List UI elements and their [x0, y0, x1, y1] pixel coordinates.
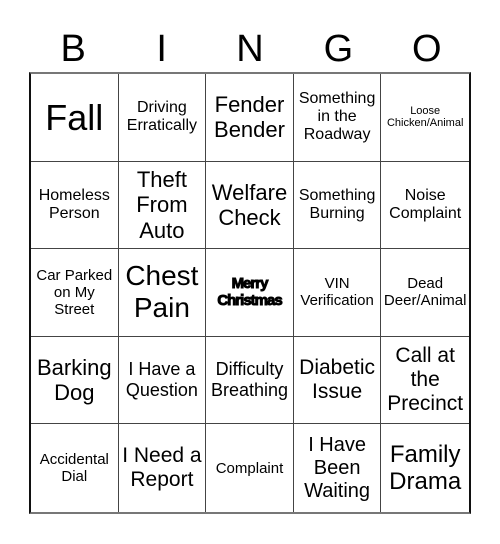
- bingo-cell[interactable]: VIN Verification: [293, 249, 382, 337]
- bingo-cell[interactable]: I Have Been Waiting: [294, 424, 382, 512]
- header-letter-g: G: [323, 28, 354, 70]
- bingo-cell[interactable]: Theft From Auto: [118, 161, 207, 250]
- bingo-cell[interactable]: Something in the Roadway: [293, 74, 382, 162]
- bingo-cell[interactable]: Call at the Precinct: [381, 337, 469, 425]
- header-letter-b: B: [60, 28, 86, 70]
- header-letter-i: I: [156, 28, 167, 70]
- bingo-cell[interactable]: Loose Chicken/Animal: [381, 74, 469, 162]
- bingo-card-grid: Fall Driving Erratically Fender Bender S…: [29, 72, 471, 514]
- bingo-cell[interactable]: I Have a Question: [118, 336, 207, 425]
- bingo-cell[interactable]: Welfare Check: [206, 161, 294, 250]
- free-space-cell[interactable]: Merry Christmas: [206, 249, 294, 337]
- bingo-cell[interactable]: Family Drama: [381, 424, 469, 512]
- bingo-cell[interactable]: Noise Complaint: [381, 162, 469, 250]
- bingo-cell[interactable]: I Need a Report: [119, 424, 207, 512]
- bingo-header: B I N G O: [29, 24, 471, 74]
- header-letter-o: O: [412, 28, 442, 70]
- bingo-cell[interactable]: Car Parked on My Street: [31, 249, 119, 337]
- bingo-cell[interactable]: Homeless Person: [31, 161, 119, 250]
- bingo-cell[interactable]: Complaint: [206, 424, 294, 512]
- header-letter-n: N: [236, 28, 264, 70]
- bingo-cell[interactable]: Chest Pain: [118, 249, 207, 337]
- bingo-cell[interactable]: Fender Bender: [206, 74, 294, 162]
- bingo-cell[interactable]: Accidental Dial: [31, 424, 119, 512]
- bingo-cell[interactable]: Driving Erratically: [118, 74, 207, 162]
- bingo-cell[interactable]: Fall: [31, 74, 119, 162]
- bingo-cell[interactable]: Diabetic Issue: [293, 336, 382, 425]
- bingo-cell[interactable]: Difficulty Breathing: [206, 336, 294, 425]
- bingo-cell[interactable]: Something Burning: [293, 161, 382, 250]
- bingo-cell[interactable]: Dead Deer/Animal: [381, 249, 469, 337]
- bingo-cell[interactable]: Barking Dog: [31, 336, 119, 425]
